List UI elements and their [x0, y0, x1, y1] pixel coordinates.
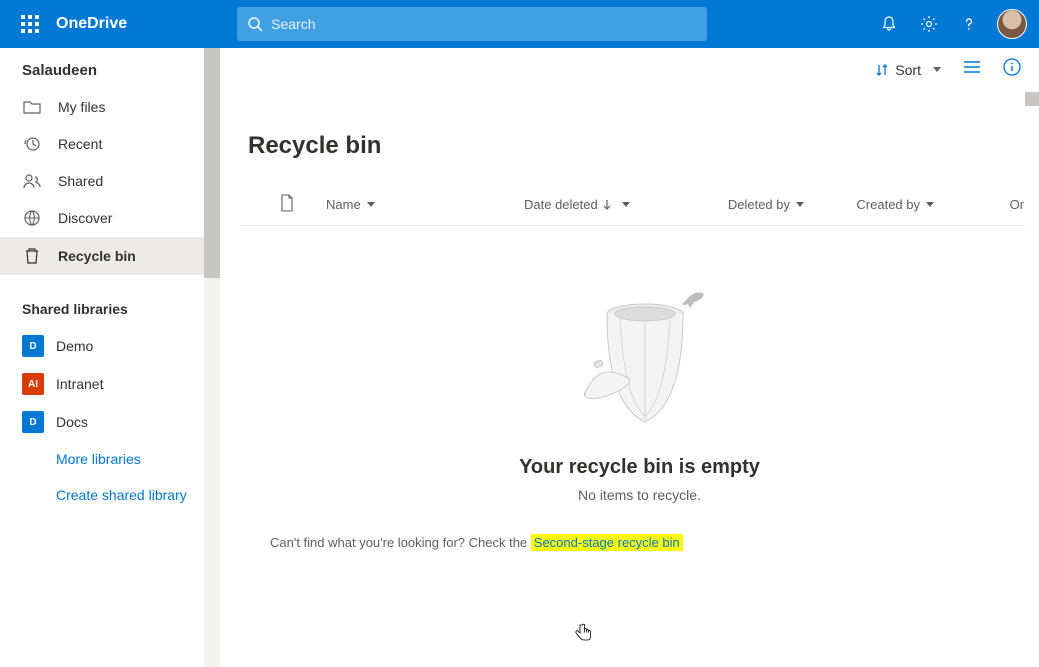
chevron-down-icon [367, 202, 375, 207]
library-item-docs[interactable]: D Docs [0, 403, 220, 441]
waffle-icon [21, 15, 39, 33]
sidebar-scrollbar-thumb[interactable] [204, 48, 220, 278]
help-button[interactable] [949, 0, 989, 48]
search-box[interactable] [237, 7, 707, 41]
library-label: Demo [56, 338, 93, 354]
column-header-date-deleted[interactable]: Date deleted [524, 197, 674, 212]
content-area: Sort Recycle bin [220, 48, 1039, 667]
empty-bin-illustration [550, 276, 730, 436]
recycle-bin-icon [22, 247, 42, 265]
column-label: Date deleted [524, 197, 598, 212]
sidebar-item-label: Shared [58, 173, 103, 189]
sidebar-item-label: Discover [58, 210, 112, 226]
column-header-name[interactable]: Name [294, 197, 524, 212]
chevron-down-icon [926, 202, 934, 207]
sidebar-item-my-files[interactable]: My files [0, 89, 220, 125]
app-launcher-button[interactable] [12, 6, 48, 42]
page-title: Recycle bin [240, 92, 1039, 184]
bell-icon [880, 15, 898, 33]
chevron-down-icon [796, 202, 804, 207]
search-container [237, 7, 707, 41]
view-toggle-button[interactable] [959, 56, 985, 83]
second-stage-recycle-bin-link[interactable]: Second-stage recycle bin [531, 534, 683, 551]
help-icon [960, 15, 978, 33]
content-scrollbar-track [1025, 92, 1039, 667]
column-label: Created by [856, 197, 920, 212]
sidebar-item-label: My files [58, 99, 105, 115]
info-icon [1003, 58, 1021, 76]
sidebar-item-label: Recent [58, 136, 102, 152]
column-header-row: Name Date deleted Deleted by Created by [240, 184, 1039, 226]
search-icon [247, 16, 263, 32]
notifications-button[interactable] [869, 0, 909, 48]
empty-state-subtitle: No items to recycle. [578, 487, 701, 503]
sidebar-user-name: Salaudeen [0, 48, 220, 89]
sidebar-item-discover[interactable]: Discover [0, 199, 220, 237]
library-tile-icon: D [22, 411, 44, 433]
sidebar-item-recycle-bin[interactable]: Recycle bin [0, 237, 220, 275]
empty-state-title: Your recycle bin is empty [519, 456, 760, 479]
brand-label[interactable]: OneDrive [56, 15, 127, 33]
sidebar-item-label: Recycle bin [58, 248, 136, 264]
sort-button[interactable]: Sort [875, 62, 941, 78]
sidebar-item-shared[interactable]: Shared [0, 163, 220, 199]
second-stage-hint: Can't find what you're looking for? Chec… [240, 535, 1039, 550]
library-tile-icon: AI [22, 373, 44, 395]
list-view-icon [963, 60, 981, 74]
file-type-column-icon[interactable] [280, 194, 294, 215]
info-button[interactable] [1003, 58, 1021, 81]
command-bar: Sort [220, 48, 1039, 92]
column-label: Name [326, 197, 361, 212]
sort-icon [875, 63, 889, 77]
more-libraries-link[interactable]: More libraries [0, 441, 220, 477]
column-label: Deleted by [728, 197, 790, 212]
clock-icon [22, 135, 42, 153]
empty-state: Your recycle bin is empty No items to re… [240, 276, 1039, 503]
globe-icon [22, 209, 42, 227]
chevron-down-icon [622, 202, 630, 207]
library-label: Intranet [56, 376, 103, 392]
people-icon [22, 173, 42, 189]
gear-icon [920, 15, 938, 33]
chevron-down-icon [933, 67, 941, 72]
create-shared-library-link[interactable]: Create shared library [0, 477, 220, 513]
library-tile-icon: D [22, 335, 44, 357]
sidebar-shared-libraries-title: Shared libraries [0, 275, 220, 327]
folder-icon [22, 99, 42, 115]
sort-label: Sort [895, 62, 921, 78]
column-header-original-location[interactable]: Ori [934, 197, 1039, 212]
column-header-created-by[interactable]: Created by [804, 197, 934, 212]
hint-prefix: Can't find what you're looking for? Chec… [270, 535, 531, 550]
library-item-demo[interactable]: D Demo [0, 327, 220, 365]
document-icon [280, 194, 294, 212]
sidebar: Salaudeen My files Recent Shared [0, 48, 220, 667]
settings-button[interactable] [909, 0, 949, 48]
column-header-deleted-by[interactable]: Deleted by [674, 197, 804, 212]
avatar[interactable] [997, 9, 1027, 39]
arrow-down-icon [602, 199, 612, 211]
top-bar: OneDrive [0, 0, 1039, 48]
library-item-intranet[interactable]: AI Intranet [0, 365, 220, 403]
content-scrollbar-thumb[interactable] [1025, 92, 1039, 106]
sidebar-item-recent[interactable]: Recent [0, 125, 220, 163]
library-label: Docs [56, 414, 88, 430]
search-input[interactable] [271, 16, 697, 32]
